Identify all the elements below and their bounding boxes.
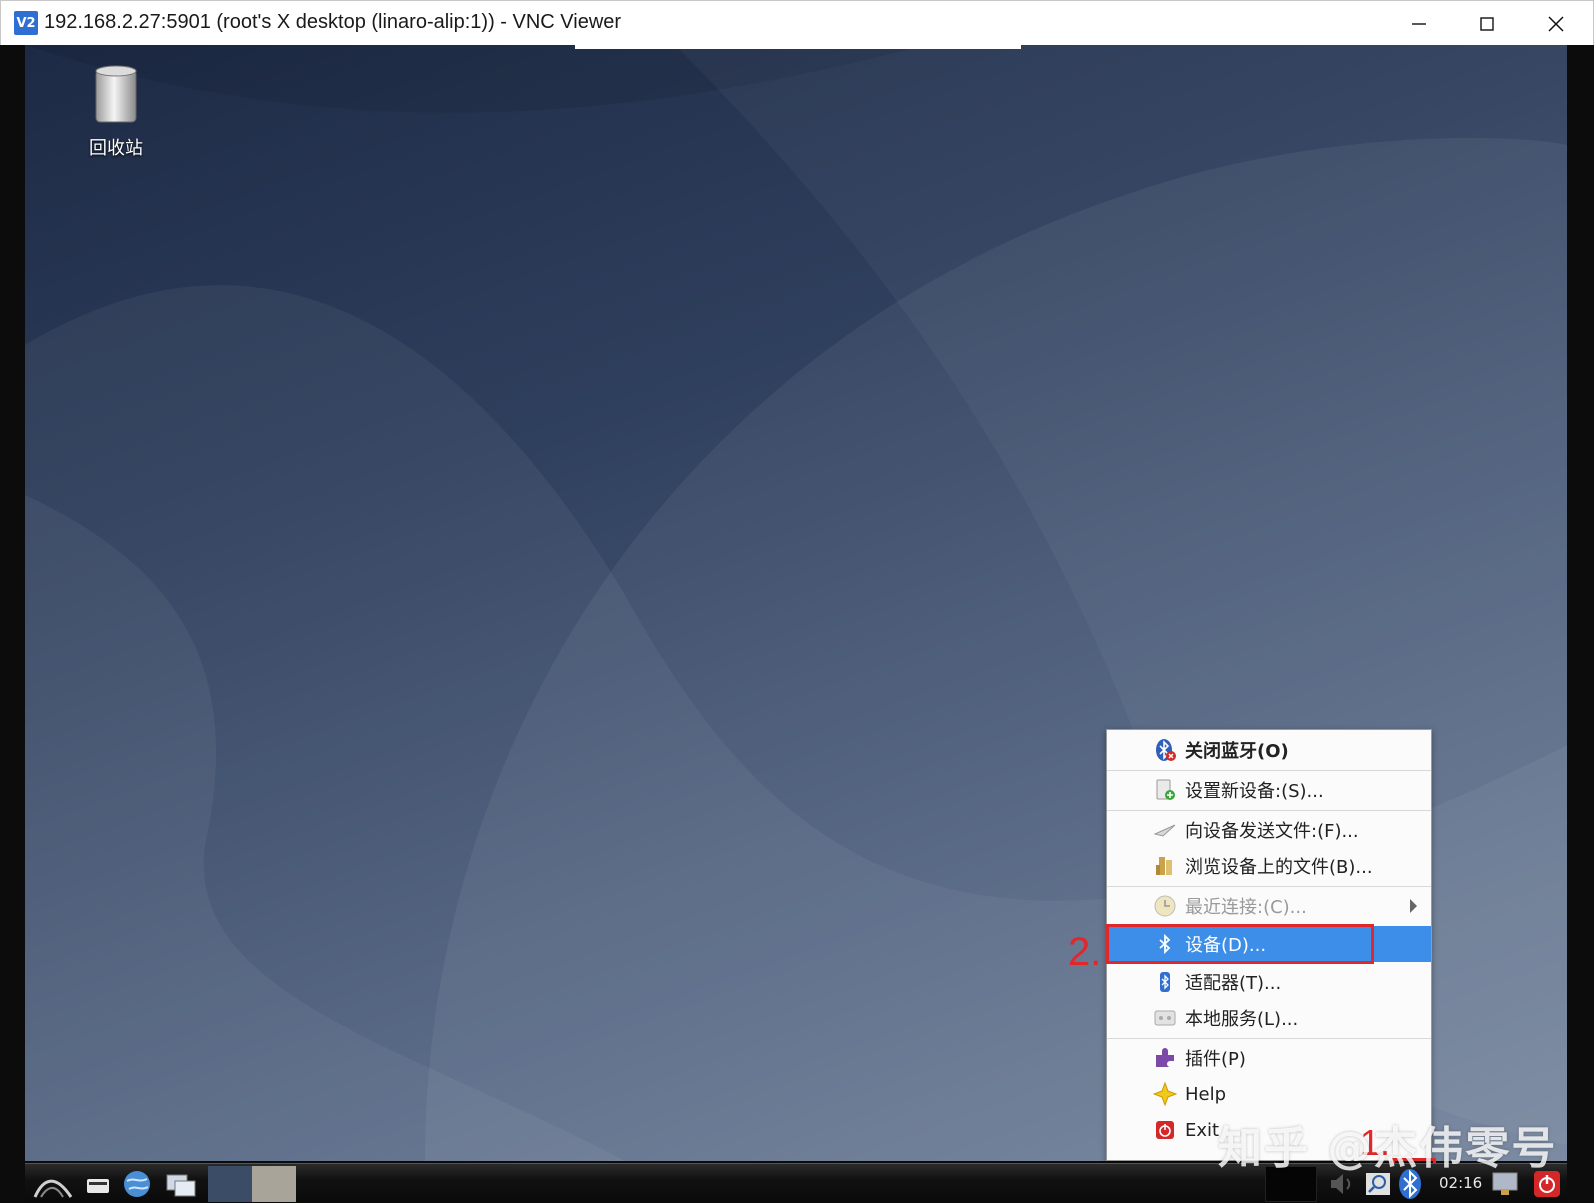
menu-item-setup-new-device[interactable]: 设置新设备:(S)...	[1107, 772, 1431, 808]
desktop-icon-label: 回收站	[89, 138, 143, 159]
adapter-icon	[1160, 972, 1170, 992]
watermark: 知乎 @杰伟零号	[1218, 1123, 1558, 1174]
menu-item-help[interactable]: Help	[1107, 1076, 1431, 1112]
remote-top-strip	[575, 45, 1021, 49]
send-file-icon	[1153, 824, 1176, 837]
new-device-icon	[1156, 779, 1175, 800]
menu-item-label: 向设备发送文件:(F)...	[1185, 821, 1359, 842]
menu-separator	[1107, 886, 1431, 887]
submenu-arrow-icon	[1410, 899, 1417, 913]
trash-icon	[95, 65, 137, 123]
menu-item-label: 设置新设备:(S)...	[1185, 781, 1324, 802]
menu-item-browse-files[interactable]: 浏览设备上的文件(B)...	[1107, 848, 1431, 884]
maximize-icon	[1480, 16, 1494, 31]
vnc-title-bar[interactable]: V2 192.168.2.27:5901 (root's X desktop (…	[0, 0, 1594, 45]
menu-item-turn-off-bluetooth[interactable]: 关闭蓝牙(O)	[1107, 732, 1431, 768]
clock[interactable]: 02:16	[1439, 1174, 1482, 1192]
local-services-icon	[1154, 1010, 1176, 1026]
menu-separator	[1107, 810, 1431, 811]
plugin-icon	[1156, 1048, 1174, 1067]
menu-item-adapters[interactable]: 适配器(T)...	[1107, 964, 1431, 1000]
menu-item-send-files[interactable]: 向设备发送文件:(F)...	[1107, 812, 1431, 848]
browse-files-icon	[1156, 857, 1172, 875]
menu-item-label: 本地服务(L)...	[1185, 1009, 1299, 1030]
menu-separator	[1107, 770, 1431, 771]
annotation-highlight-devices	[1106, 924, 1374, 964]
menu-logo-icon[interactable]	[33, 1169, 73, 1199]
menu-item-local-services[interactable]: 本地服务(L)...	[1107, 1000, 1431, 1036]
bluetooth-off-icon	[1156, 739, 1176, 761]
annotation-step-2: 2.	[1068, 930, 1102, 974]
help-icon	[1153, 1082, 1177, 1106]
exit-icon	[1156, 1121, 1174, 1139]
menu-item-label: 关闭蓝牙(O)	[1185, 741, 1289, 762]
desktop-switch-icon[interactable]	[165, 1169, 197, 1199]
maximize-button[interactable]	[1453, 1, 1521, 46]
menu-item-plugins[interactable]: 插件(P)	[1107, 1040, 1431, 1076]
workspace-2[interactable]	[252, 1166, 296, 1202]
terminal-icon[interactable]	[85, 1169, 111, 1199]
menu-item-label: 插件(P)	[1185, 1049, 1246, 1070]
recent-icon	[1154, 895, 1176, 917]
minimize-icon	[1412, 22, 1426, 25]
menu-item-label: 适配器(T)...	[1185, 973, 1282, 994]
browser-icon[interactable]	[121, 1169, 153, 1199]
menu-item-label: 浏览设备上的文件(B)...	[1185, 857, 1373, 878]
vnc-app-icon: V2	[14, 11, 38, 35]
close-button[interactable]	[1522, 1, 1590, 46]
menu-item-label: Exit	[1185, 1119, 1220, 1141]
workspace-1[interactable]	[208, 1166, 252, 1202]
menu-item-label: Help	[1185, 1083, 1227, 1105]
menu-separator	[1107, 1038, 1431, 1039]
window-title: 192.168.2.27:5901 (root's X desktop (lin…	[44, 11, 622, 33]
menu-item-recent-connections[interactable]: 最近连接:(C)...	[1107, 888, 1431, 924]
menu-item-label: 最近连接:(C)...	[1185, 897, 1307, 918]
close-icon	[1548, 15, 1564, 32]
minimize-button[interactable]	[1385, 1, 1453, 46]
desktop-icon-trash[interactable]: 回收站	[85, 62, 147, 160]
